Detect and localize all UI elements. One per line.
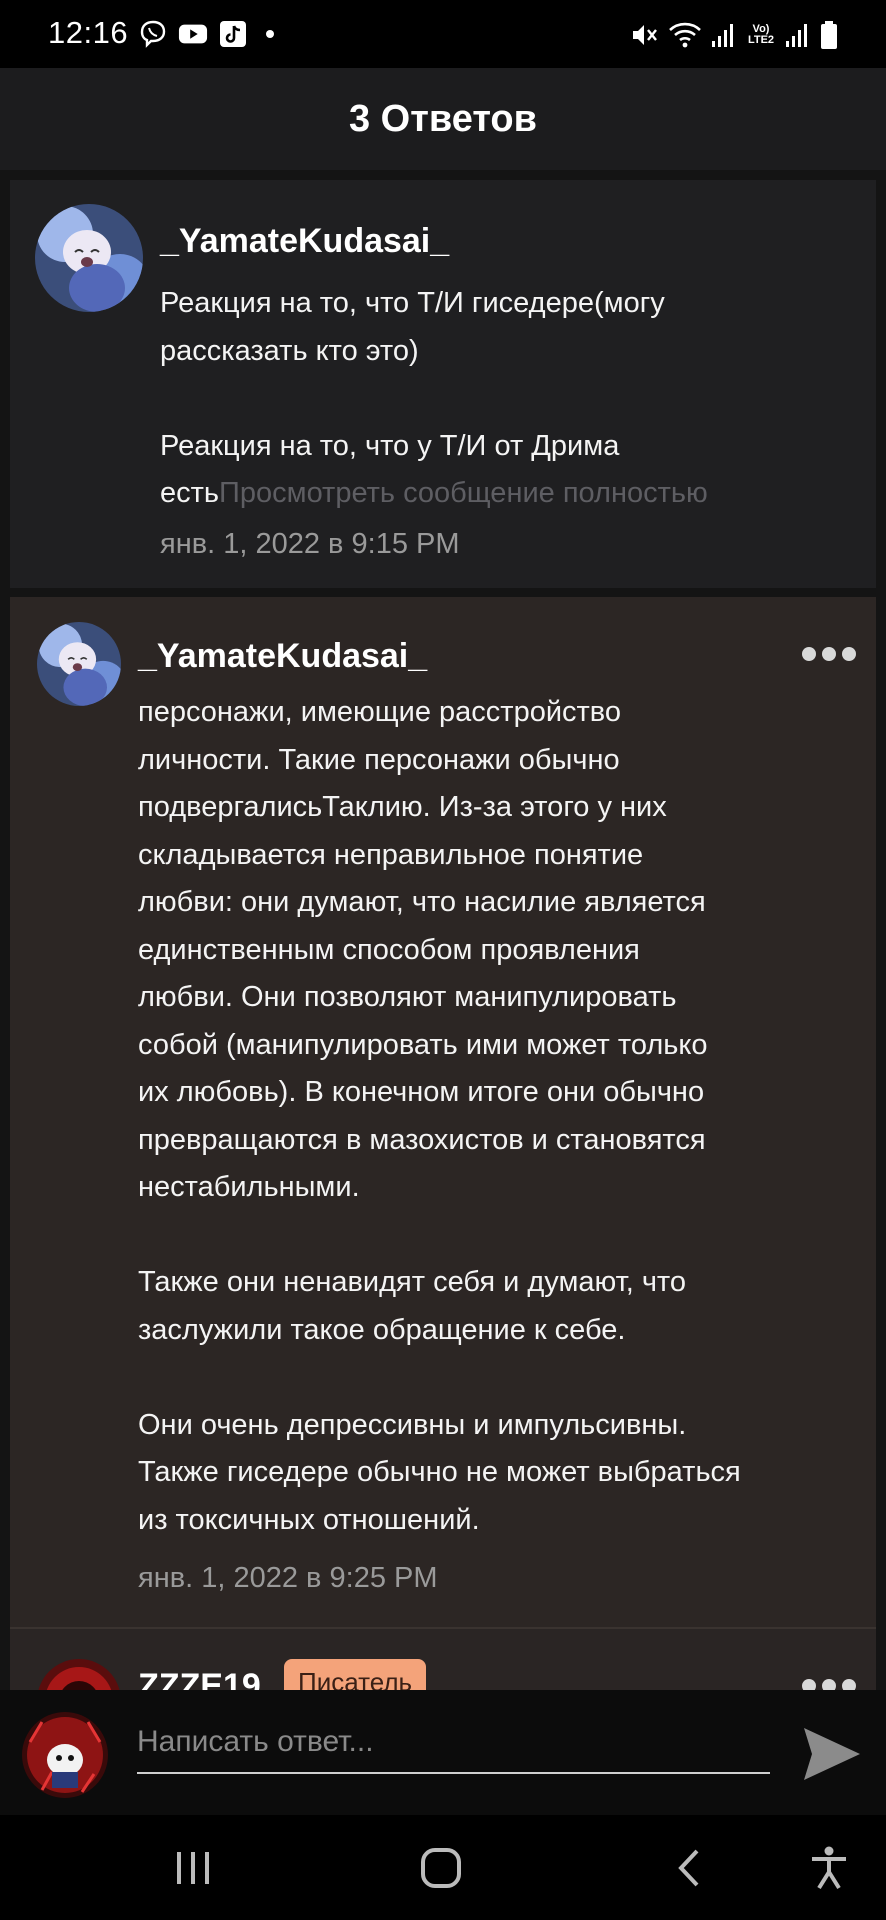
replies-list[interactable]: _YamateKudasai_ Реакция на то, что Т/И г… bbox=[0, 170, 886, 1690]
volte-label: Vo) LTE2 bbox=[747, 23, 775, 46]
notification-dot bbox=[266, 30, 274, 38]
status-app-icons bbox=[138, 19, 274, 49]
page-title: 3 Ответов bbox=[348, 97, 538, 140]
viber-icon bbox=[138, 19, 168, 49]
parent-comment[interactable]: _YamateKudasai_ Реакция на то, что Т/И г… bbox=[10, 180, 876, 588]
view-full-message-link[interactable]: Просмотреть сообщение полностью bbox=[219, 477, 708, 509]
status-indicators: Vo) LTE2 bbox=[629, 20, 838, 50]
status-bar: 12:16 Vo) LTE2 bbox=[0, 0, 886, 68]
comment-timestamp: янв. 1, 2022 в 9:25 PM bbox=[138, 1562, 438, 1594]
recent-apps-icon[interactable] bbox=[170, 1845, 216, 1891]
comment-username[interactable]: _YamateKudasai_ bbox=[160, 222, 449, 261]
avatar[interactable] bbox=[37, 622, 121, 706]
more-options-icon[interactable] bbox=[802, 647, 856, 661]
signal-2-icon bbox=[785, 21, 811, 49]
comment-username[interactable]: _YamateKudasai_ bbox=[138, 637, 427, 676]
accessibility-icon[interactable] bbox=[806, 1845, 852, 1891]
avatar[interactable] bbox=[35, 204, 143, 312]
my-avatar[interactable] bbox=[22, 1712, 108, 1798]
back-icon[interactable] bbox=[666, 1845, 712, 1891]
battery-icon bbox=[820, 20, 838, 50]
third-comment[interactable]: ZZZE19 Писатель bbox=[10, 1627, 876, 1690]
comment-body: Реакция на то, что Т/И гиседере(могу рас… bbox=[160, 287, 665, 509]
comment-text: Реакция на то, что Т/И гиседере(могу рас… bbox=[160, 280, 860, 518]
home-icon[interactable] bbox=[418, 1845, 464, 1891]
wifi-icon bbox=[668, 20, 702, 50]
send-icon[interactable] bbox=[802, 1726, 862, 1782]
reply-input[interactable]: Написать ответ... bbox=[137, 1712, 770, 1774]
comment-username[interactable]: ZZZE19 bbox=[138, 1667, 261, 1690]
system-nav-bar bbox=[0, 1815, 886, 1920]
signal-icon bbox=[711, 21, 737, 49]
reply-comment[interactable]: _YamateKudasai_ персонажи, имеющие расст… bbox=[10, 597, 876, 1627]
tiktok-icon bbox=[218, 19, 248, 49]
status-time: 12:16 bbox=[48, 15, 129, 50]
more-options-icon[interactable] bbox=[802, 1679, 856, 1690]
mute-icon bbox=[629, 20, 659, 50]
reply-composer: Написать ответ... bbox=[0, 1690, 886, 1815]
youtube-icon bbox=[178, 19, 208, 49]
comment-timestamp: янв. 1, 2022 в 9:15 PM bbox=[160, 528, 460, 560]
avatar[interactable] bbox=[37, 1659, 121, 1690]
comment-text: персонажи, имеющие расстройство личности… bbox=[138, 696, 741, 1536]
top-bar: 3 Ответов bbox=[0, 68, 886, 170]
writer-badge: Писатель bbox=[284, 1659, 427, 1690]
